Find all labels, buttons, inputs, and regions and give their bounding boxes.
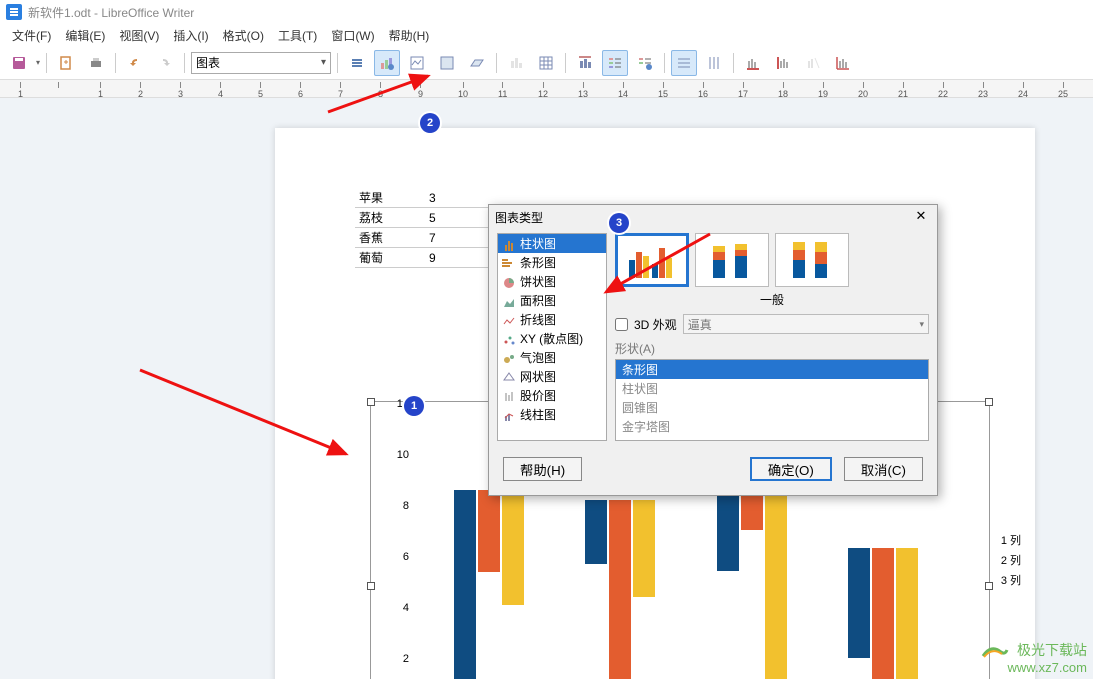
type-item-bar[interactable]: 条形图 (498, 253, 606, 272)
horizontal-ruler: 1123456789101112131415161718192021222324… (0, 80, 1093, 98)
shape-item-cone[interactable]: 圆锥图 (616, 398, 928, 417)
chart-wall-button[interactable] (434, 50, 460, 76)
window-title: 新软件1.odt - LibreOffice Writer (28, 4, 194, 21)
all-axes-button[interactable] (830, 50, 856, 76)
shape-item-bar[interactable]: 条形图 (616, 360, 928, 379)
redo-button[interactable] (152, 50, 178, 76)
shape-list[interactable]: 条形图 柱状图 圆锥图 金字塔图 (615, 359, 929, 441)
legend-onoff-button[interactable] (602, 50, 628, 76)
subtype-label: 一般 (615, 291, 929, 308)
save-button[interactable] (6, 50, 32, 76)
type-item-pie[interactable]: 饼状图 (498, 272, 606, 291)
undo-button[interactable] (122, 50, 148, 76)
subtype-preview-row (615, 233, 929, 287)
z-axis-button[interactable] (800, 50, 826, 76)
style-selector-value: 图表 (196, 54, 220, 71)
checkbox-3d[interactable] (615, 318, 628, 331)
separator (46, 53, 47, 73)
type-item-combo[interactable]: 线柱图 (498, 405, 606, 424)
menu-insert[interactable]: 插入(I) (167, 25, 214, 46)
cancel-button[interactable]: 取消(C) (844, 457, 923, 481)
menu-help[interactable]: 帮助(H) (383, 25, 436, 46)
window-title-bar: 新软件1.odt - LibreOffice Writer (0, 0, 1093, 24)
type-item-line[interactable]: 折线图 (498, 310, 606, 329)
dialog-title-text: 图表类型 (495, 209, 543, 226)
separator (733, 53, 734, 73)
chart-type-button[interactable] (374, 50, 400, 76)
subtype-stacked[interactable] (695, 233, 769, 287)
annotation-badge-2: 2 (420, 113, 440, 133)
chart-legend: 1 列 2 列 3 列 (1001, 528, 1021, 592)
type-item-bubble[interactable]: 气泡图 (498, 348, 606, 367)
type-item-xy[interactable]: XY (散点图) (498, 329, 606, 348)
subtype-normal[interactable] (615, 233, 689, 287)
format-chart-button[interactable] (344, 50, 370, 76)
separator (565, 53, 566, 73)
close-button[interactable]: ✕ (911, 208, 931, 226)
data-table-button[interactable] (533, 50, 559, 76)
data-ranges-button[interactable] (503, 50, 529, 76)
chart-type-dialog: 图表类型 ✕ 柱状图 条形图 饼状图 面积图 折线图 XY (散点图) 气泡图 … (488, 204, 938, 496)
grid-vert-button[interactable] (701, 50, 727, 76)
y-axis-button[interactable] (770, 50, 796, 76)
menu-tools[interactable]: 工具(T) (272, 25, 323, 46)
annotation-badge-1: 1 (404, 396, 424, 416)
print-button[interactable] (83, 50, 109, 76)
ok-button[interactable]: 确定(O) (750, 457, 832, 481)
menu-format[interactable]: 格式(O) (217, 25, 270, 46)
annotation-badge-3: 3 (609, 213, 629, 233)
menu-bar: 文件(F) 编辑(E) 视图(V) 插入(I) 格式(O) 工具(T) 窗口(W… (0, 24, 1093, 46)
separator (496, 53, 497, 73)
toolbar: ▾ 图表 (0, 46, 1093, 80)
chart-type-list[interactable]: 柱状图 条形图 饼状图 面积图 折线图 XY (散点图) 气泡图 网状图 股价图… (497, 233, 607, 441)
dialog-titlebar[interactable]: 图表类型 ✕ (489, 205, 937, 229)
help-button[interactable]: 帮助(H) (503, 457, 582, 481)
chart-floor-button[interactable] (464, 50, 490, 76)
subtype-percent[interactable] (775, 233, 849, 287)
export-button[interactable] (53, 50, 79, 76)
label-3d: 3D 外观 (634, 316, 677, 333)
shape-heading: 形状(A) (615, 340, 929, 357)
type-item-column[interactable]: 柱状图 (498, 234, 606, 253)
menu-file[interactable]: 文件(F) (6, 25, 57, 46)
type-item-stock[interactable]: 股价图 (498, 386, 606, 405)
titles-button[interactable] (572, 50, 598, 76)
menu-window[interactable]: 窗口(W) (325, 25, 380, 46)
legend-button[interactable] (632, 50, 658, 76)
y-axis: 0 2 4 6 8 10 12 (389, 416, 413, 679)
separator (664, 53, 665, 73)
combo-3d-scheme[interactable]: 逼真▾ (683, 314, 929, 334)
separator (115, 53, 116, 73)
shape-item-pyramid[interactable]: 金字塔图 (616, 417, 928, 436)
type-item-net[interactable]: 网状图 (498, 367, 606, 386)
chart-area-button[interactable] (404, 50, 430, 76)
shape-item-cylinder[interactable]: 柱状图 (616, 379, 928, 398)
type-item-area[interactable]: 面积图 (498, 291, 606, 310)
watermark: 极光下载站 www.xz7.com (981, 640, 1087, 675)
separator (337, 53, 338, 73)
grid-horiz-button[interactable] (671, 50, 697, 76)
separator (184, 53, 185, 73)
menu-edit[interactable]: 编辑(E) (59, 25, 111, 46)
app-icon (6, 4, 22, 20)
x-axis-button[interactable] (740, 50, 766, 76)
style-selector[interactable]: 图表 (191, 52, 331, 74)
menu-view[interactable]: 视图(V) (113, 25, 165, 46)
